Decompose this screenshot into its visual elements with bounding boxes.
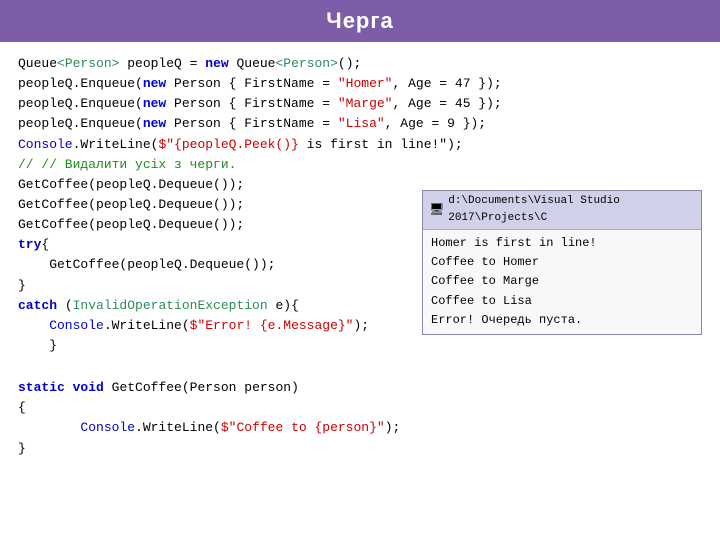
code-line-l6: // // Видалити усіх з черги. (18, 155, 702, 175)
output-box-path: d:\Documents\Visual Studio 2017\Projects… (448, 193, 695, 227)
static-section: static void GetCoffee(Person person){ Co… (18, 378, 702, 459)
page-title: Черга (326, 8, 394, 33)
code-line-l1: Queue<Person> peopleQ = new Queue<Person… (18, 54, 702, 74)
output-line-0: Homer is first in line! (431, 234, 693, 253)
monitor-icon: 🖥 (429, 201, 444, 220)
output-line-1: Coffee to Homer (431, 253, 693, 272)
code-line-l15: } (18, 336, 702, 356)
code-line-l4: peopleQ.Enqueue(new Person { FirstName =… (18, 114, 702, 134)
output-line-3: Coffee to Lisa (431, 292, 693, 311)
output-box: 🖥 d:\Documents\Visual Studio 2017\Projec… (422, 190, 702, 335)
output-box-body: Homer is first in line!Coffee to HomerCo… (423, 230, 701, 334)
output-line-2: Coffee to Marge (431, 272, 693, 291)
static-line-s4: } (18, 439, 702, 459)
static-line-s1: static void GetCoffee(Person person) (18, 378, 702, 398)
code-line-l5: Console.WriteLine($"{peopleQ.Peek()} is … (18, 135, 702, 155)
output-line-4: Error! Очередь пуста. (431, 311, 693, 330)
static-line-s2: { (18, 398, 702, 418)
code-line-l2: peopleQ.Enqueue(new Person { FirstName =… (18, 74, 702, 94)
output-box-title: 🖥 d:\Documents\Visual Studio 2017\Projec… (423, 191, 701, 230)
content-area: Queue<Person> peopleQ = new Queue<Person… (0, 42, 720, 467)
code-line-l3: peopleQ.Enqueue(new Person { FirstName =… (18, 94, 702, 114)
title-bar: Черга (0, 0, 720, 42)
static-line-s3: Console.WriteLine($"Coffee to {person}")… (18, 418, 702, 438)
